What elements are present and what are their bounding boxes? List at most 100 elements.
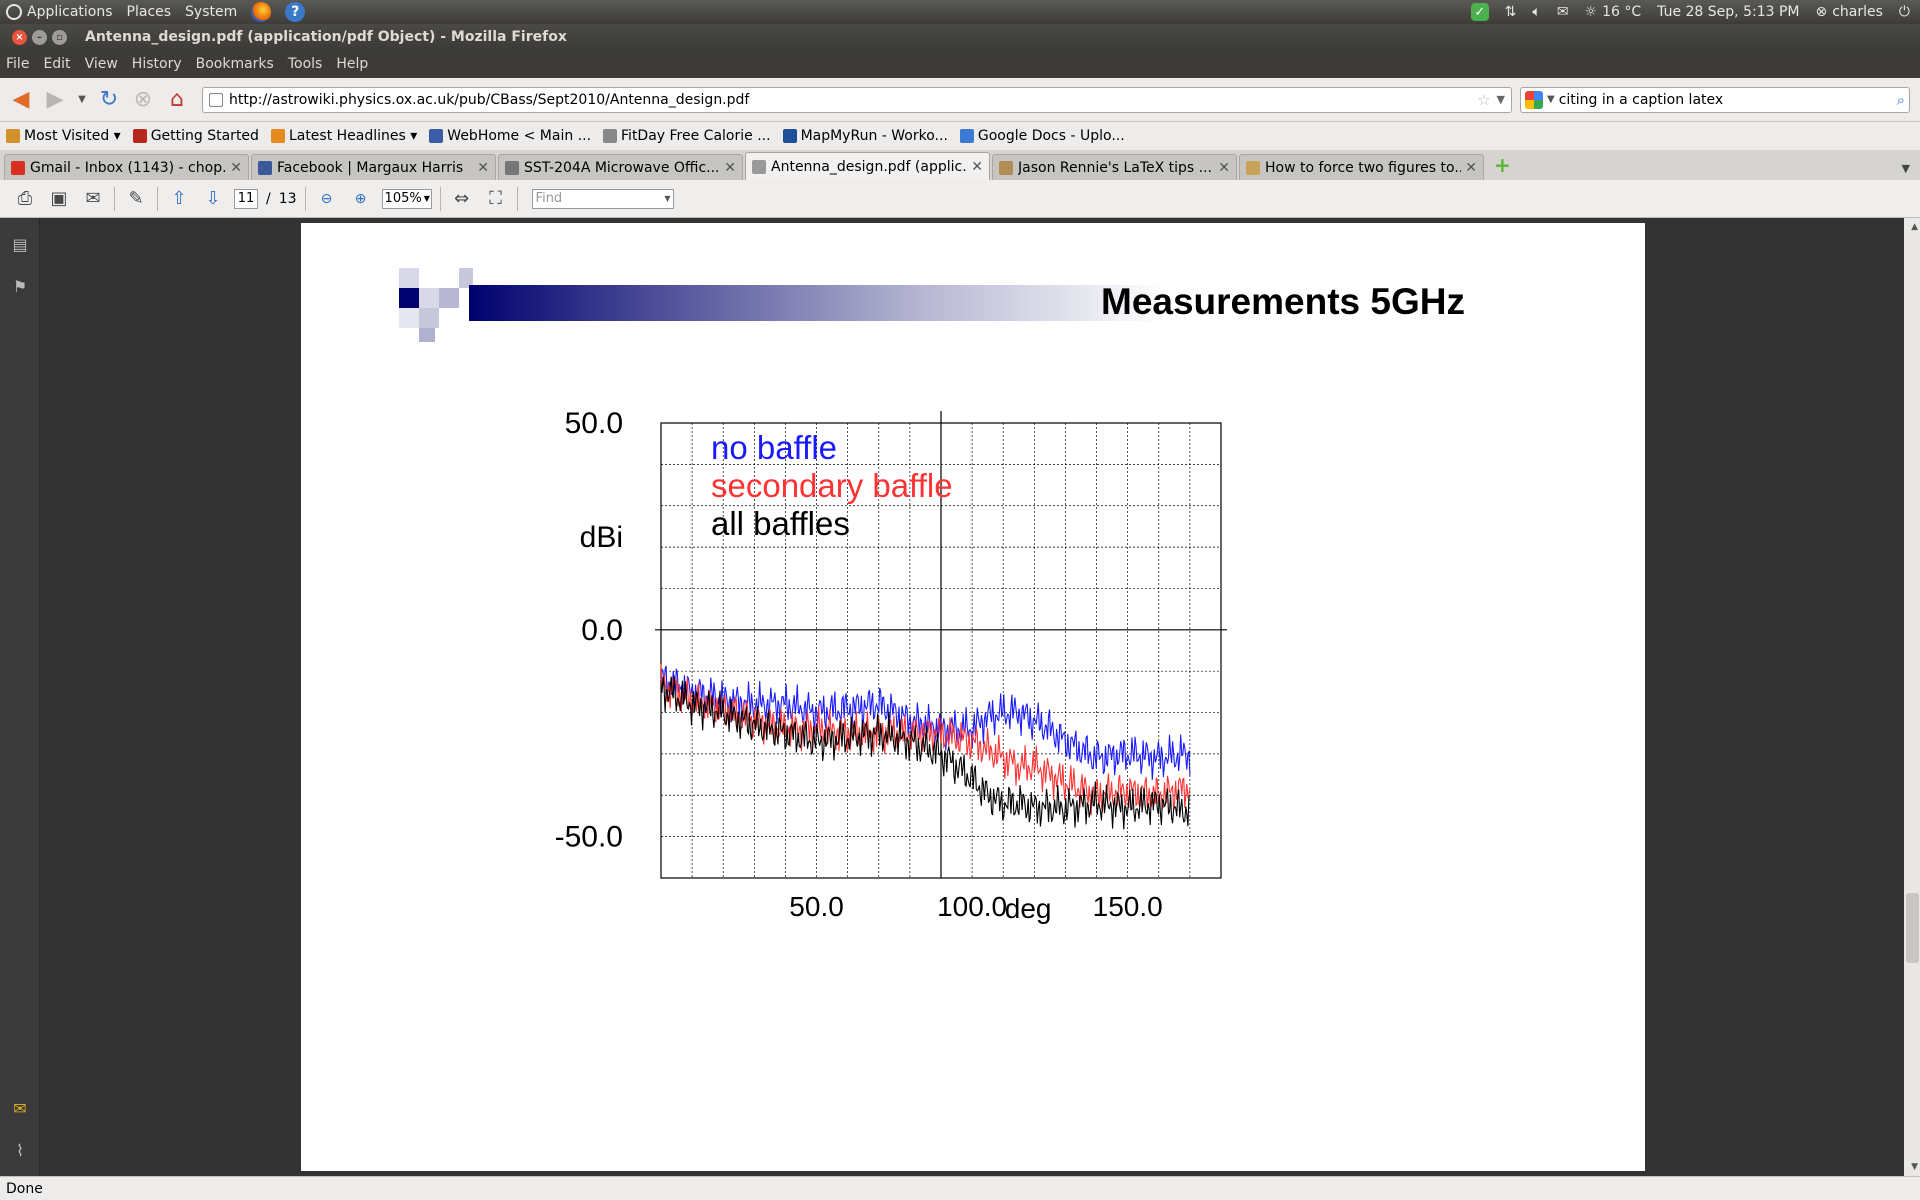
bookmark-item[interactable]: Google Docs - Uplo... (959, 128, 1125, 144)
y-axis-label: dBi (580, 521, 623, 554)
sidebar-panel: ▤ ⚑ ✉ ⌇ (0, 218, 40, 1176)
page-number-input[interactable]: 11 (234, 188, 258, 209)
history-dropdown-icon[interactable]: ▼ (74, 85, 90, 115)
tab-list-icon[interactable]: ▼ (1902, 162, 1910, 175)
x-tick-label: 100.0 (937, 891, 1007, 922)
mail-icon[interactable]: ✉ (1557, 4, 1569, 20)
menu-bookmarks[interactable]: Bookmarks (196, 56, 274, 72)
google-engine-icon[interactable] (1525, 90, 1543, 109)
network-icon[interactable]: ⇅ (1505, 4, 1517, 20)
legend-entry: no baffle (711, 429, 837, 466)
url-dropdown-icon[interactable]: ▼ (1497, 93, 1505, 106)
search-icon[interactable]: ⌕ (1897, 91, 1905, 109)
menu-file[interactable]: File (6, 56, 29, 72)
tab-close-icon[interactable]: ✕ (1465, 160, 1477, 176)
find-dropdown-icon[interactable]: ▼ (664, 194, 672, 203)
previous-page-icon[interactable]: ⇧ (166, 186, 192, 212)
scroll-down-icon[interactable]: ▼ (1911, 1162, 1918, 1172)
browser-tab[interactable]: Antenna_design.pdf (applic... ✕ (745, 152, 990, 180)
home-icon[interactable]: ⌂ (162, 85, 192, 115)
tab-close-icon[interactable]: ✕ (971, 159, 983, 175)
vertical-scrollbar[interactable]: ▲ ▼ (1904, 218, 1920, 1176)
user-menu[interactable]: ⊗ charles (1815, 4, 1882, 20)
comments-icon[interactable]: ✉ (10, 1098, 30, 1118)
toolbar-separator (114, 186, 115, 211)
forward-icon[interactable]: ▶ (40, 85, 70, 115)
browser-tab[interactable]: Jason Rennie's LaTeX tips ... ✕ (992, 154, 1237, 180)
tab-close-icon[interactable]: ✕ (724, 160, 736, 176)
weather-sun-icon: ☼ (1584, 4, 1598, 20)
tab-close-icon[interactable]: ✕ (1218, 160, 1230, 176)
update-check-icon[interactable]: ✓ (1470, 3, 1489, 21)
bookmark-item[interactable]: Latest Headlines ▾ (270, 128, 417, 144)
bookmark-item[interactable]: MapMyRun - Worko... (782, 128, 948, 144)
places-menu[interactable]: Places (127, 4, 172, 20)
find-input[interactable]: Find ▼ (531, 188, 674, 209)
menu-edit[interactable]: Edit (43, 56, 70, 72)
system-menu[interactable]: System (185, 4, 237, 20)
pages-icon[interactable]: ▤ (10, 234, 30, 254)
firefox-launcher-icon[interactable] (251, 2, 272, 22)
fit-width-icon[interactable]: ⇔ (449, 186, 475, 212)
search-bar[interactable]: ▼ citing in a caption latex ⌕ (1520, 86, 1910, 113)
scroll-thumb[interactable] (1906, 893, 1919, 963)
next-page-icon[interactable]: ⇩ (200, 186, 226, 212)
browser-tab[interactable]: Gmail - Inbox (1143) - chop... ✕ (4, 154, 249, 180)
ubuntu-logo-icon (6, 4, 22, 20)
tab-close-icon[interactable]: ✕ (477, 160, 489, 176)
browser-tab[interactable]: How to force two figures to... ✕ (1239, 154, 1484, 180)
applications-menu[interactable]: Applications (6, 4, 113, 20)
zoom-select[interactable]: 105% ▼ (381, 188, 432, 209)
search-input[interactable]: citing in a caption latex (1559, 92, 1897, 108)
user-status-icon: ⊗ (1815, 4, 1828, 20)
reload-icon[interactable]: ↻ (94, 85, 124, 115)
bookmark-item[interactable]: WebHome < Main ... (429, 128, 591, 144)
user-name: charles (1832, 4, 1883, 20)
tab-favicon-icon (258, 160, 272, 175)
bookmark-label: MapMyRun - Worko... (800, 128, 948, 144)
bookmark-item[interactable]: Most Visited ▾ (6, 128, 121, 144)
menu-history[interactable]: History (132, 56, 182, 72)
tab-label: How to force two figures to... (1265, 159, 1462, 176)
menu-tools[interactable]: Tools (288, 56, 323, 72)
clock[interactable]: Tue 28 Sep, 5:13 PM (1657, 4, 1799, 20)
radiation-pattern-chart: 50.0 0.0 -50.0 50.0 100.0 150.0 dBi deg no baffl… (555, 407, 1227, 924)
zoom-out-icon[interactable]: ⊖ (314, 186, 340, 212)
print-icon[interactable]: ⎙ (12, 186, 38, 212)
navigation-toolbar: ◀ ▶ ▼ ↻ ⊗ ⌂ http://astrowiki.physics.ox.… (0, 78, 1920, 122)
browser-tab[interactable]: SST-204A Microwave Offic... ✕ (498, 154, 743, 180)
volume-icon[interactable]: 🔈︎ (1532, 4, 1540, 20)
email-icon[interactable]: ✉ (80, 186, 106, 212)
legend-entry: secondary baffle (711, 467, 953, 504)
weather-indicator[interactable]: ☼ 16 °C (1585, 4, 1642, 20)
bookmark-favicon-icon (132, 129, 147, 143)
save-icon[interactable]: ▣ (46, 186, 72, 212)
back-icon[interactable]: ◀ (6, 85, 36, 115)
help-launcher-icon[interactable]: ? (285, 2, 306, 22)
fit-page-icon[interactable]: ⛶ (483, 186, 509, 212)
tab-close-icon[interactable]: ✕ (230, 160, 242, 176)
scroll-up-icon[interactable]: ▲ (1911, 222, 1918, 232)
menu-help[interactable]: Help (336, 56, 368, 72)
site-identity-icon[interactable] (209, 92, 223, 107)
tab-label: Facebook | Margaux Harris (277, 159, 464, 176)
power-icon[interactable]: ⏻ (1899, 4, 1910, 20)
window-maximize-icon[interactable]: ▫ (52, 29, 67, 45)
bookmark-star-icon[interactable]: ☆ (1477, 91, 1490, 109)
bookmark-item[interactable]: Getting Started (132, 128, 259, 144)
bookmark-item[interactable]: FitDay Free Calorie ... (603, 128, 771, 144)
url-bar[interactable]: http://astrowiki.physics.ox.ac.uk/pub/CB… (202, 86, 1512, 113)
browser-tab[interactable]: Facebook | Margaux Harris ✕ (251, 154, 496, 180)
window-minimize-icon[interactable]: – (32, 29, 47, 45)
attachments-icon[interactable]: ⌇ (10, 1140, 30, 1160)
sign-icon[interactable]: ✎ (123, 186, 149, 212)
window-close-icon[interactable]: × (12, 29, 27, 45)
menu-view[interactable]: View (85, 56, 118, 72)
stop-icon[interactable]: ⊗ (128, 85, 158, 115)
bookmarks-panel-icon[interactable]: ⚑ (10, 276, 30, 296)
new-tab-icon[interactable]: + (1494, 153, 1511, 177)
zoom-in-icon[interactable]: ⊕ (348, 186, 374, 212)
search-engine-dropdown-icon[interactable]: ▼ (1547, 94, 1555, 105)
url-text[interactable]: http://astrowiki.physics.ox.ac.uk/pub/CB… (229, 92, 1477, 108)
y-tick-label: -50.0 (555, 821, 623, 854)
